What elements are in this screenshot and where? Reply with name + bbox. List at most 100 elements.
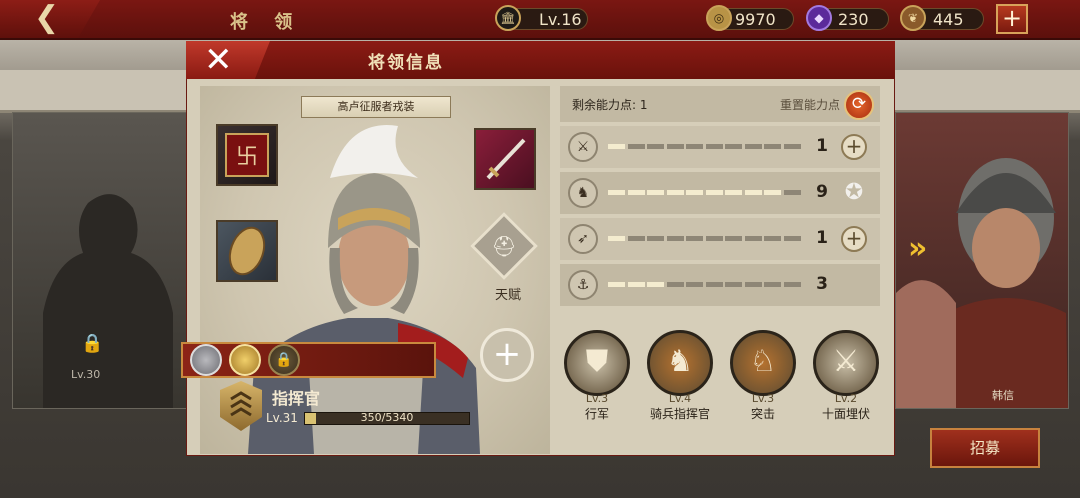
stat-value: 3	[816, 274, 828, 294]
gold-eagle-icon[interactable]	[229, 344, 261, 376]
stat-bar-segment	[647, 282, 664, 287]
stat-bar-segment	[666, 236, 684, 241]
back-arrow-icon: ❮	[34, 0, 60, 35]
stat-bar-segment	[705, 144, 723, 149]
stat-bar-segment	[647, 144, 664, 149]
stat-bar-segment	[608, 236, 625, 241]
right-general-name: 韩信	[992, 389, 1014, 402]
stat-bar-segment	[744, 236, 762, 241]
skill-level: Lv.2	[834, 392, 858, 405]
stat-bar-segment	[647, 236, 664, 241]
skill-level: Lv.3	[585, 392, 609, 405]
stat-bar-segment	[627, 144, 645, 149]
stat-bar-segment	[705, 282, 723, 287]
right-general-card[interactable]: 韩信 »	[895, 112, 1069, 409]
add-point-button[interactable]: +	[841, 134, 867, 160]
silver-eagle-icon[interactable]	[190, 344, 222, 376]
gem-icon: ◆	[806, 5, 832, 31]
xp-text: 350/5340	[360, 411, 414, 424]
laurel-icon: ✪	[844, 180, 864, 205]
stat-bar-segment	[725, 236, 742, 241]
silhouette-icon	[43, 194, 173, 408]
player-level: Lv.16	[539, 10, 582, 29]
left-general-level: Lv.30	[71, 368, 101, 381]
stat-bar-segment	[783, 190, 801, 195]
stat-bar-segment	[647, 190, 664, 195]
helmet-icon: ⛑	[491, 234, 517, 258]
stat-value: 9	[816, 182, 828, 202]
stat-bar-segment	[764, 144, 781, 149]
horse-icon: ♞	[568, 178, 598, 208]
lock-icon: 🔒	[81, 333, 104, 354]
stat-bar-segment	[627, 282, 645, 287]
recruit-button[interactable]: 招募	[930, 428, 1040, 468]
stat-bar-segment	[686, 282, 703, 287]
sword-icon	[486, 138, 526, 180]
temple-icon: 🏛	[495, 5, 521, 31]
stat-bar-segment	[666, 144, 684, 149]
gem-value: 230	[838, 10, 869, 29]
add-resource-button[interactable]: +	[996, 4, 1028, 34]
stat-bar-segment	[686, 236, 703, 241]
stat-bar-segment	[608, 282, 625, 287]
stat-bar-segment	[744, 282, 762, 287]
stat-bar-segment	[608, 144, 625, 149]
stat-bar-segment	[627, 190, 645, 195]
next-arrow-icon[interactable]: »	[908, 231, 927, 266]
weapon-slot[interactable]	[474, 128, 536, 190]
stat-value: 1	[816, 228, 828, 248]
grain-icon: ❦	[900, 5, 926, 31]
stat-bar-segment	[783, 282, 801, 287]
skill-name: 十面埋伏	[821, 407, 870, 421]
skill-icon[interactable]: ⚔	[813, 330, 879, 396]
stat-bar-segment	[666, 190, 684, 195]
page-title: 将 领	[230, 12, 303, 33]
stat-bar-segment	[725, 282, 742, 287]
coin-icon: ◎	[706, 5, 732, 31]
dialog-title: 将领信息	[368, 53, 444, 73]
reset-points-label: 重置能力点	[780, 98, 841, 112]
stat-bar-segment	[627, 236, 645, 241]
left-general-card[interactable]: 🔒 Lv.30	[12, 112, 189, 409]
skill-icon[interactable]: ♞	[647, 330, 713, 396]
skill-name: 行军	[584, 407, 609, 421]
remaining-points: 剩余能力点: 1	[572, 98, 648, 112]
skill-name: 突击	[750, 407, 775, 421]
stat-bar-segment	[705, 190, 723, 195]
stat-bar-segment	[764, 236, 781, 241]
recruit-label: 招募	[969, 439, 1000, 457]
talent-label: 天赋	[494, 288, 521, 303]
stat-bar-segment	[725, 144, 742, 149]
locked-medal-icon[interactable]: 🔒	[268, 344, 300, 376]
skill-level: Lv.4	[668, 392, 692, 405]
bow-icon: ➶	[568, 224, 598, 254]
skill-icon[interactable]: ♘	[730, 330, 796, 396]
stat-bar-segment	[705, 236, 723, 241]
reset-button[interactable]: ⟳	[844, 90, 874, 120]
skill-name: 骑兵指挥官	[649, 407, 710, 421]
anchor-icon: ⚓	[568, 270, 598, 300]
add-point-button[interactable]: +	[841, 226, 867, 252]
stat-bar-segment	[783, 236, 801, 241]
stat-bar-segment	[686, 190, 703, 195]
stat-value: 1	[816, 136, 828, 156]
food-value: 445	[933, 10, 964, 29]
skill-level: Lv.3	[751, 392, 775, 405]
stat-bar-segment	[764, 282, 781, 287]
add-item-button[interactable]: +	[480, 328, 534, 382]
skill-icon[interactable]: ⛊	[564, 330, 630, 396]
stat-bar-segment	[764, 190, 781, 195]
commander-title: 指挥官	[272, 389, 321, 408]
outfit-button[interactable]: 高卢征服者戎装	[301, 96, 451, 118]
plus-icon: +	[1001, 4, 1023, 32]
plus-icon: +	[492, 334, 522, 374]
stat-bar-segment	[744, 190, 762, 195]
stat-bar-segment	[686, 144, 703, 149]
commander-level: Lv.31	[266, 411, 298, 425]
stat-bar-segment	[608, 190, 625, 195]
gold-value: 9970	[735, 10, 776, 29]
stat-bar-segment	[783, 144, 801, 149]
sword-icon: ⚔	[568, 132, 598, 162]
refresh-icon: ⟳	[851, 94, 867, 114]
stat-bar-segment	[666, 282, 684, 287]
